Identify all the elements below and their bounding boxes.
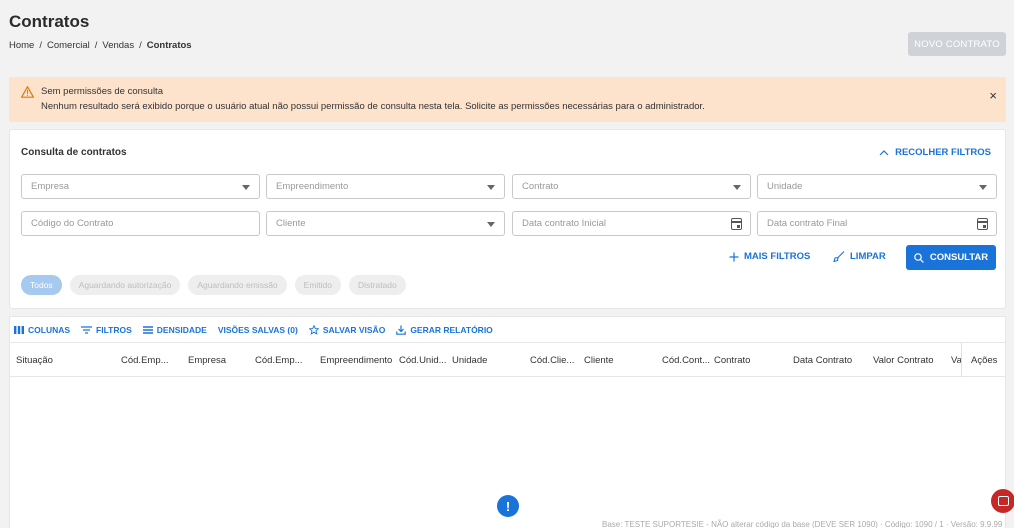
column-header-empreendimento[interactable]: Empreendimento (320, 355, 392, 366)
plus-icon (729, 252, 739, 261)
cliente-select[interactable]: Cliente (266, 211, 505, 236)
download-icon (396, 325, 407, 335)
density-button[interactable]: DENSIDADE (142, 325, 207, 335)
chip-distratado[interactable]: Distratado (349, 275, 406, 295)
alert-title: Sem permissões de consulta (41, 86, 163, 97)
saved-views-label: VISÕES SALVAS (0) (217, 325, 298, 335)
page-title: Contratos (9, 12, 90, 31)
column-header-unidade[interactable]: Unidade (452, 355, 487, 366)
data-inicial-placeholder: Data contrato Inicial (522, 218, 606, 229)
breadcrumb-comercial[interactable]: Comercial (47, 40, 90, 51)
breadcrumb-vendas[interactable]: Vendas (102, 40, 134, 51)
grid-toolbar: COLUNAS FILTROS DENSIDADE VISÕES SALVAS … (14, 325, 493, 335)
column-header-empresa[interactable]: Empresa (188, 355, 226, 366)
column-header-cod-empreendimento[interactable]: Cód.Emp... (255, 355, 317, 366)
breadcrumb-separator: / (39, 40, 42, 51)
breadcrumb-separator: / (139, 40, 142, 51)
calendar-icon[interactable] (731, 218, 742, 230)
caret-down-icon (242, 185, 250, 190)
collapse-filters-label: RECOLHER FILTROS (895, 147, 991, 158)
column-header-situacao[interactable]: Situação (16, 355, 53, 366)
page-header: Contratos Home / Comercial / Vendas / Co… (9, 12, 192, 51)
column-header-contrato[interactable]: Contrato (714, 355, 750, 366)
footer-info: Base: TESTE SUPORTESIE - NÃO alterar cód… (602, 520, 1003, 528)
filters-label: FILTROS (96, 325, 132, 335)
close-icon[interactable]: × (989, 88, 997, 103)
column-header-valor-contrato[interactable]: Valor Contrato (873, 355, 934, 366)
permission-alert: Sem permissões de consulta Nenhum result… (9, 77, 1006, 122)
data-final-input[interactable]: Data contrato Final (757, 211, 997, 236)
empresa-select[interactable]: Empresa (21, 174, 260, 199)
more-filters-button[interactable]: MAIS FILTROS (729, 251, 810, 262)
column-header-acoes: Ações (971, 355, 998, 366)
filter-panel: Consulta de contratos RECOLHER FILTROS E… (9, 129, 1006, 309)
column-divider[interactable] (961, 343, 962, 377)
density-label: DENSIDADE (156, 325, 207, 335)
columns-icon (14, 326, 24, 334)
calendar-icon[interactable] (977, 218, 988, 230)
codigo-contrato-placeholder: Código do Contrato (31, 218, 114, 229)
caret-down-icon (487, 222, 495, 227)
chevron-up-icon (879, 149, 889, 155)
data-final-placeholder: Data contrato Final (767, 218, 848, 229)
column-header-truncated[interactable]: Va (951, 355, 961, 366)
breadcrumb-current: Contratos (146, 40, 192, 51)
unidade-placeholder: Unidade (767, 181, 803, 192)
empreendimento-select[interactable]: Empreendimento (266, 174, 505, 199)
breadcrumb-separator: / (94, 40, 98, 51)
breadcrumb: Home / Comercial / Vendas / Contratos (9, 40, 192, 51)
column-header-cod-cliente[interactable]: Cód.Clie... (530, 355, 585, 366)
more-filters-label: MAIS FILTROS (744, 251, 811, 262)
chat-button[interactable] (991, 489, 1014, 513)
column-header-data-contrato[interactable]: Data Contrato (793, 355, 852, 366)
saved-views-button[interactable]: VISÕES SALVAS (0) (218, 325, 298, 335)
star-icon (308, 325, 319, 335)
warning-icon (21, 86, 34, 98)
contrato-select[interactable]: Contrato (512, 174, 751, 199)
save-view-button[interactable]: SALVAR VISÃO (308, 325, 386, 335)
filter-icon (81, 326, 93, 334)
filter-panel-title: Consulta de contratos (21, 147, 127, 158)
column-header-cod-unidade[interactable]: Cód.Unid... (399, 355, 454, 366)
filters-button[interactable]: FILTROS (81, 325, 132, 335)
cliente-placeholder: Cliente (276, 218, 306, 229)
chip-todos[interactable]: Todos (21, 275, 62, 295)
codigo-contrato-input[interactable]: Código do Contrato (21, 211, 260, 236)
new-contract-button[interactable]: NOVO CONTRATO (908, 32, 1006, 56)
generate-report-button[interactable]: GERAR RELATÓRIO (396, 325, 493, 335)
clear-label: LIMPAR (850, 251, 886, 262)
consult-button[interactable]: CONSULTAR (906, 245, 996, 270)
breadcrumb-home[interactable]: Home (9, 40, 34, 51)
density-icon (142, 326, 153, 334)
grid-header: Situação Cód.Emp... Empresa Cód.Emp... E… (10, 342, 1006, 377)
columns-label: COLUNAS (28, 325, 71, 335)
chip-emitido[interactable]: Emitido (294, 275, 341, 295)
caret-down-icon (733, 185, 741, 190)
broom-icon (833, 251, 845, 262)
unidade-select[interactable]: Unidade (757, 174, 997, 199)
clear-button[interactable]: LIMPAR (833, 251, 886, 262)
column-header-cod-contrato[interactable]: Cód.Cont... (662, 355, 717, 366)
collapse-filters-button[interactable]: RECOLHER FILTROS (879, 147, 991, 158)
caret-down-icon (979, 185, 987, 190)
column-header-cliente[interactable]: Cliente (584, 355, 614, 366)
consult-label: CONSULTAR (929, 252, 989, 263)
empreendimento-placeholder: Empreendimento (276, 181, 349, 192)
empresa-placeholder: Empresa (31, 181, 70, 192)
alert-message: Nenhum resultado será exibido porque o u… (41, 101, 705, 112)
search-icon (914, 252, 924, 263)
caret-down-icon (487, 185, 495, 190)
contrato-placeholder: Contrato (522, 181, 559, 192)
chip-aguardando-autorizacao[interactable]: Aguardando autorização (69, 275, 181, 295)
columns-button[interactable]: COLUNAS (14, 325, 70, 335)
chip-aguardando-emissao[interactable]: Aguardando emissão (188, 275, 287, 295)
data-inicial-input[interactable]: Data contrato Inicial (512, 211, 751, 236)
info-button[interactable]: ! (497, 495, 519, 517)
column-header-cod-empresa[interactable]: Cód.Emp... (121, 355, 183, 366)
chat-icon (997, 496, 1009, 506)
save-view-label: SALVAR VISÃO (322, 325, 386, 335)
generate-report-label: GERAR RELATÓRIO (410, 325, 493, 335)
status-chips: Todos Aguardando autorização Aguardando … (21, 275, 406, 295)
